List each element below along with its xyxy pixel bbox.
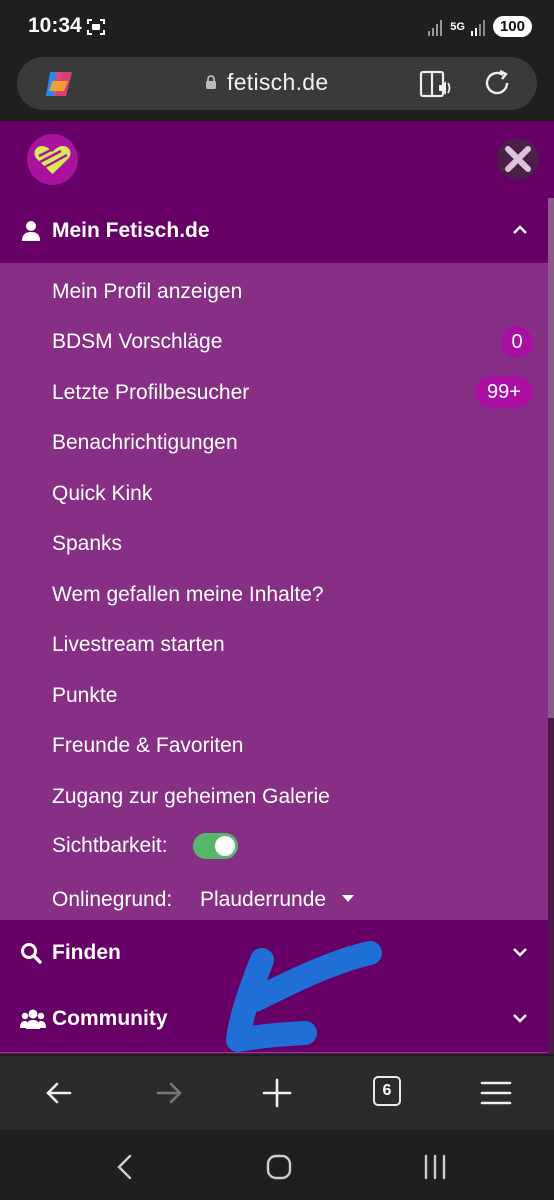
battery-icon: 100 <box>492 16 532 37</box>
reader-mode-icon[interactable] <box>419 69 453 99</box>
system-navigation <box>0 1130 554 1200</box>
visibility-label: Sichtbarkeit: <box>52 834 168 857</box>
lock-icon <box>206 75 216 89</box>
browser-toolbar: 6 <box>0 1056 554 1130</box>
users-icon <box>20 1009 46 1029</box>
menu-item-punkte[interactable]: Punkte <box>52 681 117 711</box>
count-badge: 99+ <box>475 376 533 408</box>
search-icon <box>21 943 42 964</box>
section-mein-fetisch[interactable]: Mein Fetisch.de <box>0 198 548 265</box>
chevron-down-icon <box>513 1014 527 1023</box>
online-reason-select[interactable]: Plauderrunde <box>200 885 326 915</box>
menu-item-livestream[interactable]: Livestream starten <box>52 630 225 660</box>
home-icon[interactable] <box>264 1152 294 1182</box>
signal-icon <box>470 19 485 36</box>
menu-icon[interactable] <box>479 1076 513 1110</box>
forward-icon[interactable] <box>152 1076 186 1110</box>
site-header <box>0 121 554 199</box>
close-menu-button[interactable] <box>497 138 539 180</box>
status-bar: 10:34 5G 100 <box>0 0 554 54</box>
chevron-up-icon <box>513 225 527 234</box>
reload-icon[interactable] <box>482 68 512 98</box>
menu-item-bdsm-vorschlaege[interactable]: BDSM Vorschläge <box>52 327 222 357</box>
back-icon[interactable] <box>42 1076 76 1110</box>
section-label: Mein Fetisch.de <box>52 219 210 242</box>
copilot-icon[interactable] <box>43 69 75 99</box>
heart-logo-icon <box>34 146 71 174</box>
tabs-icon[interactable]: 6 <box>373 1076 401 1106</box>
visibility-toggle[interactable] <box>193 833 238 859</box>
menu-item-inhalte[interactable]: Wem gefallen meine Inhalte? <box>52 580 324 610</box>
recents-icon[interactable] <box>420 1152 450 1182</box>
toggle-knob <box>215 836 235 856</box>
screen-record-icon <box>87 19 105 35</box>
scrollbar-thumb[interactable] <box>548 198 554 718</box>
site-logo[interactable] <box>27 134 78 185</box>
address-bar[interactable]: fetisch.de <box>17 57 537 110</box>
caret-down-icon[interactable] <box>342 895 354 903</box>
menu-item-freunde[interactable]: Freunde & Favoriten <box>52 731 243 761</box>
section-community[interactable]: Community <box>0 986 548 1053</box>
menu-item-galerie[interactable]: Zugang zur geheimen Galerie <box>52 782 330 812</box>
signal-icon <box>428 19 443 36</box>
url-display[interactable]: fetisch.de <box>205 69 328 96</box>
nav-back-icon[interactable] <box>110 1152 140 1182</box>
web-page: Mein Fetisch.de Mein Profil anzeigen BDS… <box>0 121 554 1054</box>
section-label: Community <box>52 1007 168 1030</box>
menu-item-benachrichtigungen[interactable]: Benachrichtigungen <box>52 428 238 458</box>
status-indicators: 5G 100 <box>428 16 532 37</box>
menu-item-profil[interactable]: Mein Profil anzeigen <box>52 277 242 307</box>
url-text: fetisch.de <box>227 69 329 95</box>
chevron-down-icon <box>513 948 527 957</box>
section-label: Finden <box>52 941 121 964</box>
online-reason-label: Onlinegrund: <box>52 888 173 911</box>
status-time: 10:34 <box>28 14 82 37</box>
new-tab-icon[interactable] <box>260 1076 294 1110</box>
menu-item-quick-kink[interactable]: Quick Kink <box>52 479 152 509</box>
user-icon <box>22 221 40 241</box>
menu-item-profilbesucher[interactable]: Letzte Profilbesucher <box>52 378 249 408</box>
network-type: 5G <box>450 20 465 33</box>
section-finden[interactable]: Finden <box>0 920 548 987</box>
count-badge: 0 <box>501 326 533 358</box>
menu-item-spanks[interactable]: Spanks <box>52 529 122 559</box>
close-icon <box>505 146 531 172</box>
